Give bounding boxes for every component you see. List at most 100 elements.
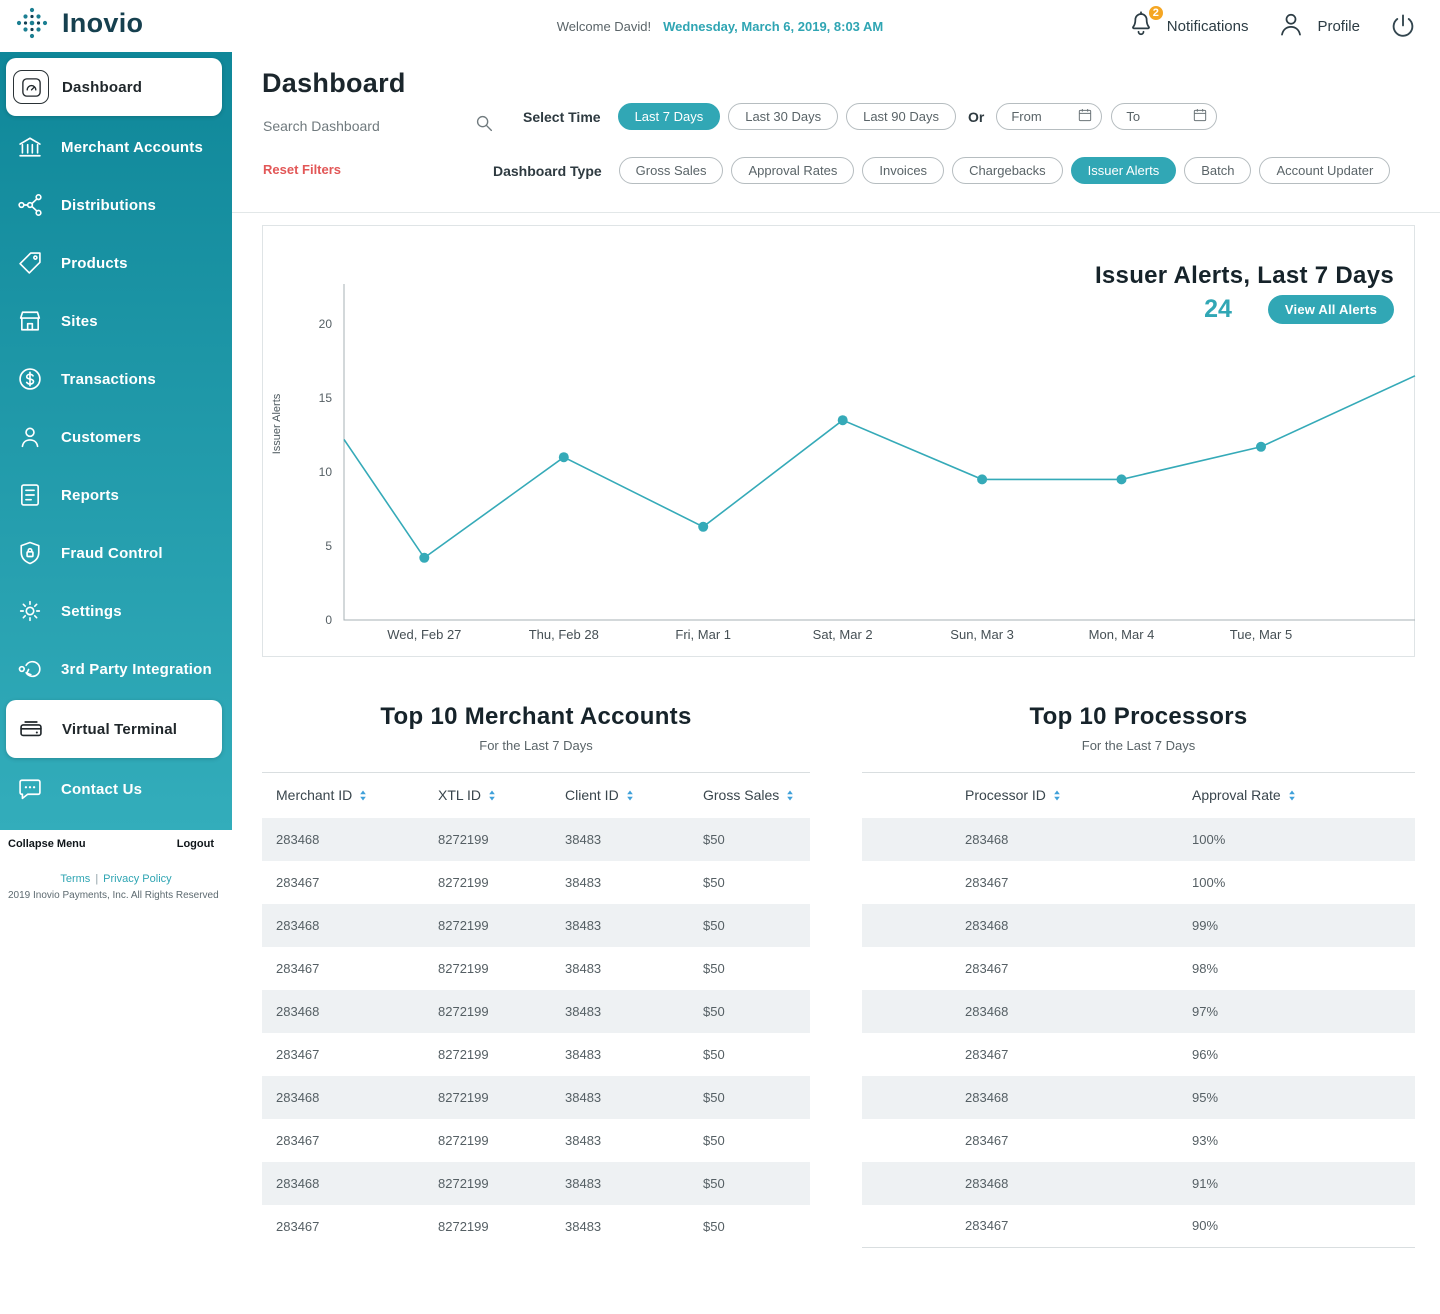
tables-section: Top 10 Merchant Accounts For the Last 7 … bbox=[262, 703, 1415, 1248]
table-row: 283467 90% bbox=[862, 1205, 1415, 1248]
type-pill-approval-rates[interactable]: Approval Rates bbox=[731, 157, 855, 184]
notifications-badge: 2 bbox=[1146, 3, 1165, 22]
type-pill-account-updater[interactable]: Account Updater bbox=[1259, 157, 1391, 184]
type-filter-row: Dashboard Type Gross Sales Approval Rates… bbox=[493, 157, 1391, 184]
table-row: 283467 93% bbox=[862, 1119, 1415, 1162]
search-input[interactable] bbox=[263, 117, 463, 134]
view-all-alerts-button[interactable]: View All Alerts bbox=[1267, 295, 1394, 324]
chart-title: Issuer Alerts, Last 7 Days bbox=[1094, 262, 1394, 289]
sort-icon[interactable] bbox=[1287, 789, 1297, 802]
table-cell: 8272199 bbox=[438, 1046, 489, 1062]
table-cell: 283467 bbox=[276, 1046, 320, 1062]
sort-icon[interactable] bbox=[1052, 789, 1062, 802]
table-row: 283467 8272199 38483 $50 bbox=[262, 1119, 810, 1162]
brand[interactable]: Inovio bbox=[10, 6, 143, 40]
sidebar-item-3rd-party-integration[interactable]: 3rd Party Integration bbox=[0, 640, 232, 698]
sort-icon[interactable] bbox=[487, 789, 497, 802]
table-cell: 8272199 bbox=[438, 874, 489, 890]
time-pill-last-7-days[interactable]: Last 7 Days bbox=[617, 103, 721, 130]
processors-table: Processor ID Approval Rate 283468 100% 28346… bbox=[862, 772, 1415, 1248]
table-row: 283468 97% bbox=[862, 989, 1415, 1033]
from-date-button[interactable]: From bbox=[996, 103, 1103, 130]
main-content: Dashboard Select Time Last 7 Days Last 30… bbox=[232, 52, 1440, 1248]
table-cell: 8272199 bbox=[438, 1003, 489, 1019]
inovio-logo-icon bbox=[10, 6, 54, 40]
logout-button[interactable]: Logout bbox=[177, 838, 214, 850]
sidebar-item-label: 3rd Party Integration bbox=[61, 660, 212, 678]
column-header-processor-id[interactable]: Processor ID bbox=[862, 773, 1122, 818]
type-pill-gross-sales[interactable]: Gross Sales bbox=[618, 157, 724, 184]
notifications-button[interactable]: 2 Notifications bbox=[1126, 3, 1248, 44]
table-cell: 96% bbox=[1192, 1046, 1219, 1062]
sidebar-item-label: Customers bbox=[61, 428, 142, 446]
table-cell: 8272199 bbox=[438, 1089, 489, 1105]
privacy-link[interactable]: Privacy Policy bbox=[103, 873, 171, 885]
svg-text:0: 0 bbox=[325, 613, 332, 627]
alerts-total: 24 bbox=[1204, 295, 1232, 323]
svg-text:Tue, Mar 5: Tue, Mar 5 bbox=[1230, 627, 1292, 642]
brand-name: Inovio bbox=[62, 7, 144, 38]
table-cell: 8272199 bbox=[438, 1175, 489, 1191]
sidebar-item-settings[interactable]: Settings bbox=[0, 582, 232, 640]
column-header-xtl-id[interactable]: XTL ID bbox=[424, 773, 551, 818]
search-icon[interactable] bbox=[473, 112, 495, 139]
type-pill-chargebacks[interactable]: Chargebacks bbox=[952, 157, 1063, 184]
table-cell: $50 bbox=[703, 831, 725, 847]
or-label: Or bbox=[967, 108, 985, 125]
table-cell: 283467 bbox=[965, 1132, 1009, 1148]
to-date-button[interactable]: To bbox=[1111, 103, 1218, 130]
power-icon[interactable] bbox=[1388, 11, 1418, 41]
table-row: 283468 100% bbox=[862, 817, 1415, 861]
terms-link[interactable]: Terms bbox=[60, 873, 90, 885]
processors-table-subtitle: For the Last 7 Days bbox=[1081, 738, 1196, 753]
sort-icon[interactable] bbox=[625, 789, 635, 802]
time-pill-last-30-days[interactable]: Last 30 Days bbox=[728, 103, 839, 130]
type-pill-issuer-alerts[interactable]: Issuer Alerts bbox=[1070, 157, 1177, 184]
sidebar-item-reports[interactable]: Reports bbox=[0, 466, 232, 524]
table-cell: 98% bbox=[1192, 960, 1219, 976]
type-pill-invoices[interactable]: Invoices bbox=[862, 157, 945, 184]
merchants-table-block: Top 10 Merchant Accounts For the Last 7 … bbox=[262, 703, 810, 1248]
column-header-gross-sales[interactable]: Gross Sales bbox=[689, 773, 810, 818]
calendar-icon bbox=[1077, 107, 1093, 126]
table-cell: 283468 bbox=[276, 1089, 320, 1105]
table-row: 283467 96% bbox=[862, 1033, 1415, 1076]
sidebar-item-virtual-terminal[interactable]: Virtual Terminal bbox=[6, 700, 222, 758]
table-cell: $50 bbox=[703, 1132, 725, 1148]
processors-table-title: Top 10 Processors bbox=[1029, 703, 1248, 730]
sort-icon[interactable] bbox=[785, 789, 795, 802]
column-header-client-id[interactable]: Client ID bbox=[551, 773, 689, 818]
column-header-approval-rate[interactable]: Approval Rate bbox=[1122, 773, 1415, 818]
profile-button[interactable]: Profile bbox=[1276, 9, 1360, 44]
sort-icon[interactable] bbox=[358, 789, 368, 802]
table-row: 283468 91% bbox=[862, 1161, 1415, 1205]
sidebar-item-contact-us[interactable]: Contact Us bbox=[0, 760, 232, 818]
copyright-text: 2019 Inovio Payments, Inc. All Rights Re… bbox=[8, 890, 219, 901]
sidebar-item-customers[interactable]: Customers bbox=[0, 408, 232, 466]
sidebar-item-products[interactable]: Products bbox=[0, 234, 232, 292]
sidebar-item-merchant-accounts[interactable]: Merchant Accounts bbox=[0, 118, 232, 176]
reset-filters-link[interactable]: Reset Filters bbox=[263, 162, 341, 177]
table-cell: 95% bbox=[1192, 1089, 1219, 1105]
fraud-control-icon bbox=[12, 536, 48, 570]
table-cell: 38483 bbox=[565, 960, 602, 976]
column-header-merchant-id[interactable]: Merchant ID bbox=[262, 773, 424, 818]
time-pills: Last 7 Days Last 30 Days Last 90 Days bbox=[617, 103, 956, 130]
sidebar-item-label: Contact Us bbox=[61, 780, 143, 798]
table-row: 283468 99% bbox=[862, 903, 1415, 947]
table-cell: $50 bbox=[703, 1089, 725, 1105]
sidebar-item-distributions[interactable]: Distributions bbox=[0, 176, 232, 234]
sidebar-item-dashboard[interactable]: Dashboard bbox=[6, 58, 222, 116]
time-pill-last-90-days[interactable]: Last 90 Days bbox=[846, 103, 956, 130]
sidebar-item-transactions[interactable]: Transactions bbox=[0, 350, 232, 408]
sidebar-item-sites[interactable]: Sites bbox=[0, 292, 232, 350]
sidebar-item-fraud-control[interactable]: Fraud Control bbox=[0, 524, 232, 582]
table-cell: 283468 bbox=[276, 1175, 320, 1191]
table-cell: 90% bbox=[1192, 1218, 1219, 1234]
table-cell: 8272199 bbox=[438, 917, 489, 933]
table-row: 283468 95% bbox=[862, 1075, 1415, 1119]
collapse-menu-button[interactable]: Collapse Menu bbox=[8, 838, 86, 850]
type-pill-batch[interactable]: Batch bbox=[1184, 157, 1252, 184]
table-row: 283468 8272199 38483 $50 bbox=[262, 903, 810, 947]
sidebar-nav: Dashboard Merchant Accounts Distributions P… bbox=[0, 52, 232, 830]
